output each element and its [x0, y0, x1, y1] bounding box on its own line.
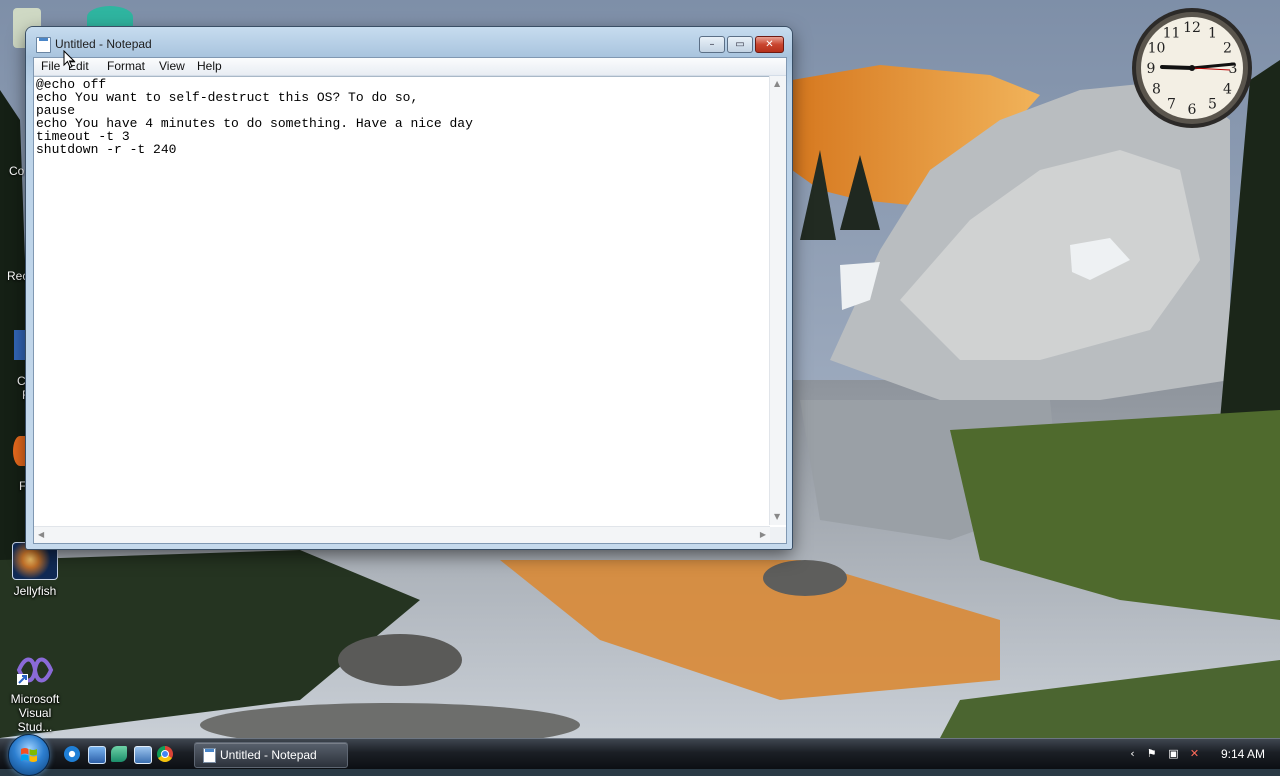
window-title: Untitled - Notepad [55, 37, 152, 51]
clock-numeral: 8 [1152, 82, 1161, 98]
scroll-right-icon[interactable]: ▶ [760, 531, 766, 539]
firefox-icon [13, 436, 27, 466]
chrome-icon[interactable] [157, 746, 173, 762]
maximize-button[interactable]: ▭ [727, 36, 753, 53]
taskbar-button-label: Untitled - Notepad [220, 748, 317, 762]
window-client-area: File Edit Format View Help @echo off ech… [33, 57, 787, 544]
desktop-label-partial: Co [9, 164, 25, 178]
taskbar-notepad-button[interactable]: Untitled - Notepad [194, 742, 348, 768]
clock-numeral: 2 [1223, 41, 1232, 57]
notepad-icon [203, 748, 216, 763]
menu-view[interactable]: View [157, 59, 187, 73]
scroll-left-icon[interactable]: ◀ [38, 531, 44, 539]
text-editor[interactable]: @echo off echo You want to self-destruct… [34, 76, 770, 526]
clock-numeral: 5 [1208, 97, 1217, 113]
start-button[interactable] [8, 734, 50, 776]
clock-time[interactable]: 9:14 AM [1221, 747, 1265, 761]
visual-studio-icon [13, 652, 57, 688]
internet-explorer-icon[interactable] [64, 746, 80, 762]
desktop-label-partial: C [17, 374, 26, 388]
chevron-left-icon[interactable]: ‹ [1126, 747, 1139, 760]
clock-numeral: 9 [1147, 61, 1156, 77]
show-desktop-icon[interactable] [88, 746, 106, 764]
globe-icon [87, 6, 133, 28]
horizontal-scrollbar[interactable]: ◀ ▶ [34, 526, 770, 543]
minimize-button[interactable]: – [699, 36, 725, 53]
menu-format[interactable]: Format [105, 59, 147, 73]
taskbar: Untitled - Notepad ‹ ⚑ ▣ ✕ 9:14 AM [0, 734, 1280, 776]
switch-windows-icon[interactable] [134, 746, 152, 764]
clock-numeral: 6 [1188, 102, 1197, 118]
windows-logo-icon [21, 748, 37, 762]
system-tray: ‹ ⚑ ▣ ✕ 9:14 AM [1120, 742, 1280, 766]
menu-help[interactable]: Help [195, 59, 224, 73]
title-bar[interactable]: Untitled - Notepad – ▭ ✕ [26, 27, 792, 57]
shortcut-icon [14, 330, 26, 360]
flag-icon[interactable]: ⚑ [1145, 747, 1158, 760]
clock-numeral: 7 [1167, 97, 1176, 113]
desktop-icon-label: Microsoft Visual Stud... [10, 692, 60, 734]
clock-gadget[interactable]: 12 1 2 3 4 5 6 7 8 9 10 11 [1130, 6, 1254, 130]
menu-bar: File Edit Format View Help [34, 58, 786, 76]
close-button[interactable]: ✕ [755, 36, 784, 53]
desktop-icon-visual-studio[interactable]: Microsoft Visual Stud... [0, 652, 70, 734]
clock-numeral: 4 [1223, 82, 1232, 98]
clock-numeral: 11 [1163, 26, 1181, 42]
notepad-window[interactable]: Untitled - Notepad – ▭ ✕ File Edit Forma… [26, 27, 792, 549]
mouse-cursor-icon [63, 50, 75, 69]
desktop-icon-jellyfish[interactable]: Jellyfish [0, 542, 70, 598]
scroll-down-icon[interactable]: ▼ [774, 513, 780, 521]
editor-line: echo You want to self-destruct this OS? … [36, 90, 419, 105]
clock-numeral: 10 [1148, 41, 1166, 57]
scroll-up-icon[interactable]: ▲ [774, 80, 780, 88]
vertical-scrollbar[interactable]: ▲ ▼ [769, 76, 786, 525]
media-player-icon[interactable] [111, 746, 127, 762]
clock-numeral: 12 [1183, 20, 1201, 36]
editor-content: @echo off echo You want to self-destruct… [36, 78, 473, 156]
notepad-icon [36, 37, 51, 53]
resize-grip-icon[interactable] [770, 527, 786, 543]
network-icon[interactable]: ▣ [1167, 747, 1180, 760]
editor-line: shutdown -r -t 240 [36, 142, 177, 157]
volume-muted-icon[interactable]: ✕ [1188, 747, 1201, 760]
clock-numeral: 1 [1208, 26, 1217, 42]
desktop-icon-label: Jellyfish [13, 584, 57, 598]
menu-file[interactable]: File [39, 59, 62, 73]
